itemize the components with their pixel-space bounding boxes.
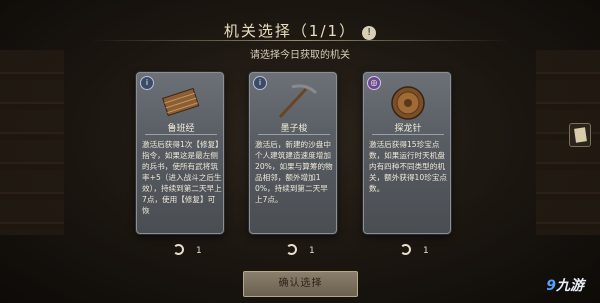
- scroll-icon: [574, 127, 587, 143]
- card-divider: [258, 134, 330, 135]
- mechanism-card-3[interactable]: ◎ 探龙针 激活后获得15珍宝点数，如果运行时天机盘内有四种不同类型的机关，额外…: [363, 72, 451, 234]
- mechanism-card-2[interactable]: i 墨子梭 激活后，新建的沙盘中个人建筑建造速度增加20%，如果与算筹的物品相邻…: [249, 72, 337, 234]
- compass-plate-icon: [391, 86, 425, 120]
- count-value: 1: [423, 246, 429, 256]
- side-scroll-button[interactable]: [569, 123, 591, 147]
- refresh-icon[interactable]: [286, 244, 297, 255]
- scroll-book-icon: [162, 87, 200, 117]
- card-2-count: 1: [286, 244, 326, 256]
- card-divider: [145, 134, 217, 135]
- game-screen: 机关选择（1/1）! 请选择今日获取的机关 i 鲁班经 激活后获得1次【修复】指…: [0, 0, 600, 303]
- watermark-text: 九游: [556, 278, 584, 294]
- card-description: 激活后获得1次【修复】指令，如果这是最左侧的兵书，使所有武将筑率+5（进入战斗之…: [142, 140, 222, 215]
- card-name: 探龙针: [394, 124, 422, 134]
- card-name: 墨子梭: [280, 124, 308, 134]
- title-divider: [90, 40, 510, 41]
- subtitle: 请选择今日获取的机关: [250, 50, 350, 61]
- count-value: 1: [309, 246, 315, 256]
- refresh-icon[interactable]: [173, 244, 184, 255]
- refresh-icon[interactable]: [400, 244, 411, 255]
- mechanism-card-1[interactable]: i 鲁班经 激活后获得1次【修复】指令，如果这是最左侧的兵书，使所有武将筑率+5…: [136, 72, 224, 234]
- panel-title: 机关选择（1/1）!: [0, 20, 600, 41]
- card-description: 激活后获得15珍宝点数，如果运行时天机盘内有四种不同类型的机关，额外获得10珍宝…: [369, 140, 448, 193]
- info-icon[interactable]: !: [362, 26, 377, 40]
- card-3-count: 1: [400, 244, 440, 256]
- card-name: 鲁班经: [167, 124, 195, 134]
- count-value: 1: [196, 246, 202, 256]
- card-divider: [372, 134, 444, 135]
- watermark-logo: 9九游: [546, 278, 584, 294]
- card-1-count: 1: [173, 244, 213, 256]
- card-description: 激活后，新建的沙盘中个人建筑建造速度增加20%，如果与算筹的物品相邻，额外增加1…: [255, 140, 333, 204]
- pickaxe-tool-icon: [278, 84, 318, 119]
- title-text: 机关选择（1/1）: [223, 22, 357, 40]
- confirm-button[interactable]: 确认选择: [243, 271, 358, 297]
